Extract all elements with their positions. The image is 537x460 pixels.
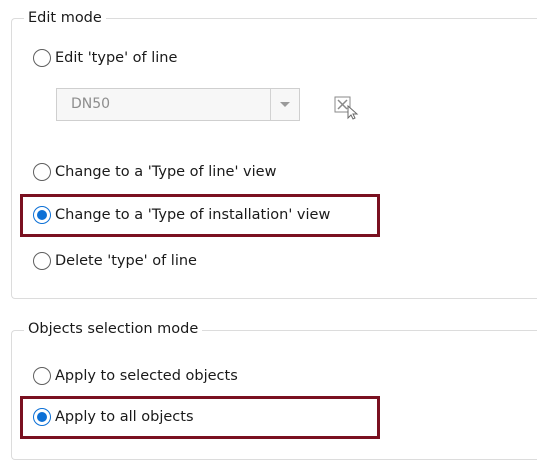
select-from-drawing-icon[interactable] [333,94,359,120]
chevron-down-icon[interactable] [270,89,299,120]
apply-to-selected-objects-option[interactable]: Apply to selected objects [33,367,238,385]
apply-to-all-objects-option[interactable]: Apply to all objects [33,408,194,426]
line-type-select-value: DN50 [71,96,111,112]
delete-type-of-line-label: Delete 'type' of line [55,253,197,269]
objects-selection-mode-group [11,330,537,460]
edit-type-of-line-option[interactable]: Edit 'type' of line [33,49,177,67]
edit-type-of-line-radio[interactable] [33,49,51,67]
change-to-type-of-line-view-radio[interactable] [33,163,51,181]
line-type-select[interactable]: DN50 [56,88,300,121]
edit-mode-legend: Edit mode [24,9,106,27]
change-to-type-of-line-view-option[interactable]: Change to a 'Type of line' view [33,163,276,181]
edit-type-of-line-label: Edit 'type' of line [55,50,178,66]
delete-type-of-line-option[interactable]: Delete 'type' of line [33,252,197,270]
apply-to-selected-objects-label: Apply to selected objects [55,368,238,384]
change-to-type-of-installation-view-radio[interactable] [33,206,51,224]
objects-selection-mode-legend: Objects selection mode [24,320,203,338]
change-to-type-of-installation-view-option[interactable]: Change to a 'Type of installation' view [33,206,330,224]
delete-type-of-line-radio[interactable] [33,252,51,270]
apply-to-all-objects-label: Apply to all objects [55,409,194,425]
apply-to-all-objects-radio[interactable] [33,408,51,426]
apply-to-selected-objects-radio[interactable] [33,367,51,385]
change-to-type-of-installation-view-label: Change to a 'Type of installation' view [55,207,331,223]
change-to-type-of-line-view-label: Change to a 'Type of line' view [55,164,277,180]
